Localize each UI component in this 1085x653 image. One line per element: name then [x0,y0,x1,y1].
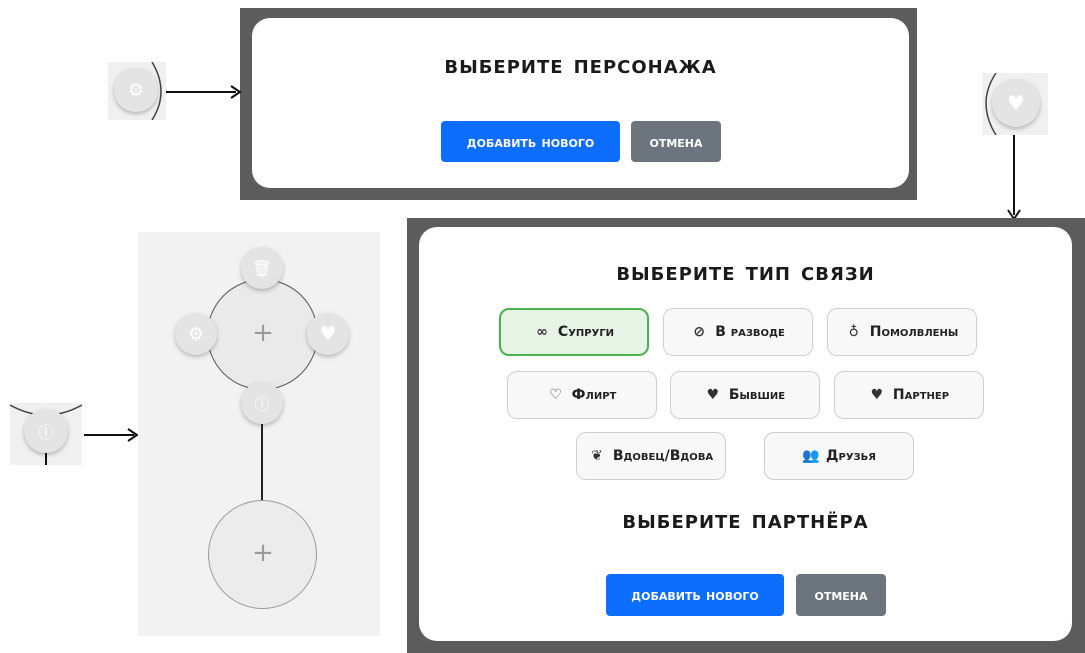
relation-option[interactable]: ⊘ В разводе [663,308,813,356]
relation-option-label: Супруги [557,324,615,340]
rings-icon: ∞ [536,324,548,340]
info-thumbnail: ⓘ [10,403,82,465]
add-new-partner-button[interactable]: Добавить нового [606,574,784,616]
relation-option-label: Партнер [892,387,950,403]
arrow-line [1013,135,1015,215]
relation-option-label: Бывшие [728,387,786,403]
gear-thumbnail: ⚙ [108,62,166,120]
relation-option-label: В разводе [715,324,785,340]
relation-option[interactable]: ♁ Помолвлены [827,308,977,356]
relation-option[interactable]: ❦ Вдовец/Вдова [576,432,726,480]
arrow-head-right-icon [230,85,242,99]
info-icon: ⓘ [24,409,68,453]
relation-dialog: Выберите тип связи ∞ Супруги ⊘ В разводе ♁ По… [419,227,1072,641]
character-dialog-title: Выберите персонажа [444,50,717,80]
connector-line [261,424,263,501]
relation-dialog-title: Выберите тип связи [616,257,875,287]
relation-option[interactable]: ♥ Партнер [834,371,984,419]
trash-icon[interactable]: 🗑 [241,247,283,289]
relation-option[interactable]: 👥 Друзья [764,432,914,480]
relation-option[interactable]: ∞ Супруги [499,308,649,356]
broken-heart-icon: ♥ [706,387,720,403]
users-icon: 👥 [802,448,820,464]
heart-icon: ♥ [870,387,884,403]
tree-node-panel: + 🗑 ⚙ ♥ ⓘ + [138,232,380,636]
cancel-partner-button[interactable]: Отмена [796,574,886,616]
relation-option[interactable]: ♡ Флирт [507,371,657,419]
heart-icon[interactable]: ♥ [307,313,349,355]
character-dialog: Выберите персонажа Добавить нового Отмен… [252,18,909,188]
cancel-character-button[interactable]: Отмена [631,121,721,162]
gear-icon[interactable]: ⚙ [175,313,217,355]
arrow-line [166,91,236,93]
add-new-character-button[interactable]: Добавить нового [441,121,620,162]
relation-option[interactable]: ♥ Бывшие [670,371,820,419]
heart-icon: ♥ [992,79,1040,127]
info-icon[interactable]: ⓘ [241,382,283,424]
relation-option-label: Вдовец/Вдова [612,448,714,464]
relation-option-label: Помолвлены [869,324,959,340]
feather-icon: ❦ [590,448,603,464]
partner-dialog-title: Выберите партнёра [622,505,869,535]
heart-thumbnail: ♥ [982,73,1048,135]
gear-icon: ⚙ [114,68,158,112]
add-person-icon[interactable]: + [250,318,276,348]
add-child-icon[interactable]: + [250,538,276,568]
broken-ring-icon: ⊘ [693,324,706,340]
ring-icon: ♁ [848,324,859,340]
relation-option-label: Флирт [571,387,617,403]
relation-option-label: Друзья [826,448,876,464]
chat-heart-icon: ♡ [549,387,562,403]
